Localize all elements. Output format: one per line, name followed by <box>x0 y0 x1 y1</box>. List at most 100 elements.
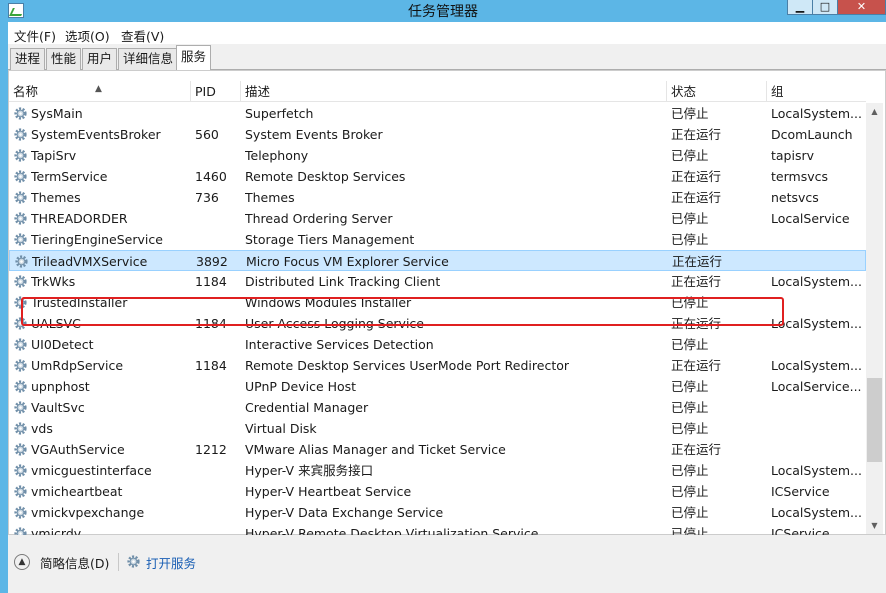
column-pid[interactable]: PID <box>191 81 241 102</box>
service-pid <box>195 103 241 124</box>
service-group: LocalSystem... <box>771 505 862 520</box>
minimize-button[interactable]: ▁ <box>787 0 813 15</box>
service-group: ICService <box>771 484 830 499</box>
service-status: 已停止 <box>671 505 709 520</box>
column-name[interactable]: 名称 ▲ <box>9 81 191 102</box>
service-group: termsvcs <box>771 169 828 184</box>
column-status[interactable]: 状态 <box>667 81 767 102</box>
service-gear-icon <box>14 317 27 330</box>
footer-divider <box>118 553 119 571</box>
column-group[interactable]: 组 <box>767 81 866 102</box>
service-gear-icon <box>14 191 27 204</box>
table-row[interactable]: vmicguestinterface Hyper-V 来宾服务接口 已停止 Local… <box>9 460 866 481</box>
menu-bar: 文件(F) 选项(O) 查看(V) <box>8 22 886 44</box>
service-status: 已停止 <box>671 232 709 247</box>
window-title: 任务管理器 <box>408 4 478 20</box>
service-group: DcomLaunch <box>771 127 853 142</box>
service-group <box>771 292 865 313</box>
scroll-down-icon[interactable]: ▼ <box>866 517 883 534</box>
service-pid: 3892 <box>196 254 228 269</box>
service-gear-icon <box>15 255 28 268</box>
table-row[interactable]: UALSVC 1184 User Access Logging Service 正在运… <box>9 313 866 334</box>
service-name: vds <box>31 421 53 436</box>
tab-users[interactable]: 用户 <box>82 48 118 70</box>
service-name: SysMain <box>31 106 83 121</box>
open-services-label: 打开服务 <box>146 556 197 571</box>
table-row[interactable]: SystemEventsBroker 560 System Events Broke… <box>9 124 866 145</box>
tab-performance[interactable]: 性能 <box>46 48 82 70</box>
service-group: LocalSystem... <box>771 274 862 289</box>
table-row[interactable]: upnphost UPnP Device Host 已停止 LocalService.… <box>9 376 866 397</box>
service-name: UALSVC <box>31 316 81 331</box>
service-description: Virtual Disk <box>245 421 317 436</box>
scroll-up-icon[interactable]: ▲ <box>866 103 883 120</box>
table-row[interactable]: VaultSvc Credential Manager 已停止 <box>9 397 866 418</box>
service-description: User Access Logging Service <box>245 316 424 331</box>
menu-file[interactable]: 文件(F) <box>14 26 56 45</box>
service-name: TapiSrv <box>31 148 77 163</box>
service-group <box>771 229 865 250</box>
table-row[interactable]: TrkWks 1184 Distributed Link Tracking Clie… <box>9 271 866 292</box>
service-gear-icon <box>14 401 27 414</box>
service-pid <box>195 418 241 439</box>
service-pid <box>195 208 241 229</box>
services-list: 名称 ▲ PID 描述 状态 组 SysMain Superfetch 已停止 Loc… <box>8 70 886 536</box>
table-row[interactable]: vmicheartbeat Hyper-V Heartbeat Service 已停… <box>9 481 866 502</box>
service-description: VMware Alias Manager and Ticket Service <box>245 442 506 457</box>
table-row[interactable]: TrustedInstaller Windows Modules Installe… <box>9 292 866 313</box>
table-row[interactable]: SysMain Superfetch 已停止 LocalSystem... <box>9 103 866 124</box>
service-group <box>771 334 865 355</box>
table-row[interactable]: THREADORDER Thread Ordering Server 已停止 Loca… <box>9 208 866 229</box>
scrollbar-thumb[interactable] <box>867 378 882 462</box>
service-group: tapisrv <box>771 148 815 163</box>
table-row[interactable]: UI0Detect Interactive Services Detection 已… <box>9 334 866 355</box>
service-description: Hyper-V Heartbeat Service <box>245 484 412 499</box>
sort-ascending-icon: ▲ <box>95 84 102 94</box>
service-name: TrustedInstaller <box>31 295 128 310</box>
task-manager-window: 任务管理器 ▁ □ ✕ 文件(F) 选项(O) 查看(V) 进程 性能 用户 详… <box>0 0 886 593</box>
service-description: Hyper-V 来宾服务接口 <box>245 463 374 478</box>
table-row[interactable]: vmickvpexchange Hyper-V Data Exchange Ser… <box>9 502 866 523</box>
table-row[interactable]: VGAuthService 1212 VMware Alias Manager an… <box>9 439 866 460</box>
service-status: 正在运行 <box>671 316 722 331</box>
table-row-selected[interactable]: TrileadVMXService 3892 Micro Focus VM Expl… <box>9 250 866 271</box>
service-gear-icon <box>14 359 27 372</box>
table-row[interactable]: TapiSrv Telephony 已停止 tapisrv <box>9 145 866 166</box>
title-bar[interactable]: 任务管理器 ▁ □ ✕ <box>0 0 886 22</box>
table-row[interactable]: Themes 736 Themes 正在运行 netsvcs <box>9 187 866 208</box>
service-gear-icon <box>14 128 27 141</box>
column-description[interactable]: 描述 <box>241 81 667 102</box>
table-row[interactable]: TermService 1460 Remote Desktop Services 正在… <box>9 166 866 187</box>
tab-details[interactable]: 详细信息 <box>118 48 179 70</box>
service-description: UPnP Device Host <box>245 379 357 394</box>
service-description: Remote Desktop Services UserMode Port Re… <box>245 358 570 373</box>
service-pid <box>195 460 241 481</box>
service-group <box>771 439 865 460</box>
close-button[interactable]: ✕ <box>837 0 886 15</box>
maximize-button[interactable]: □ <box>812 0 838 15</box>
table-row[interactable]: TieringEngineService Storage Tiers Manage… <box>9 229 866 250</box>
service-gear-icon <box>14 149 27 162</box>
service-name: TieringEngineService <box>31 232 163 247</box>
tab-processes[interactable]: 进程 <box>10 48 46 70</box>
table-row[interactable]: UmRdpService 1184 Remote Desktop Services … <box>9 355 866 376</box>
menu-view[interactable]: 查看(V) <box>121 26 164 45</box>
column-header: 名称 ▲ PID 描述 状态 组 <box>9 81 866 102</box>
service-group: netsvcs <box>771 190 819 205</box>
client-area: 文件(F) 选项(O) 查看(V) 进程 性能 用户 详细信息 服务 名称 ▲ … <box>8 22 886 593</box>
service-status: 已停止 <box>671 484 709 499</box>
service-rows: SysMain Superfetch 已停止 LocalSystem... System… <box>9 103 866 536</box>
service-status: 正在运行 <box>672 254 723 269</box>
menu-options[interactable]: 选项(O) <box>65 26 110 45</box>
service-description: Thread Ordering Server <box>245 211 393 226</box>
table-row[interactable]: vds Virtual Disk 已停止 <box>9 418 866 439</box>
service-description: Windows Modules Installer <box>245 295 412 310</box>
service-status: 已停止 <box>671 463 709 478</box>
tab-services[interactable]: 服务 <box>176 45 212 71</box>
service-pid: 1184 <box>195 316 227 331</box>
vertical-scrollbar[interactable]: ▲ ▼ <box>866 103 883 534</box>
service-description: System Events Broker <box>245 127 383 142</box>
service-pid <box>195 481 241 502</box>
service-name: upnphost <box>31 379 90 394</box>
service-gear-icon <box>14 485 27 498</box>
